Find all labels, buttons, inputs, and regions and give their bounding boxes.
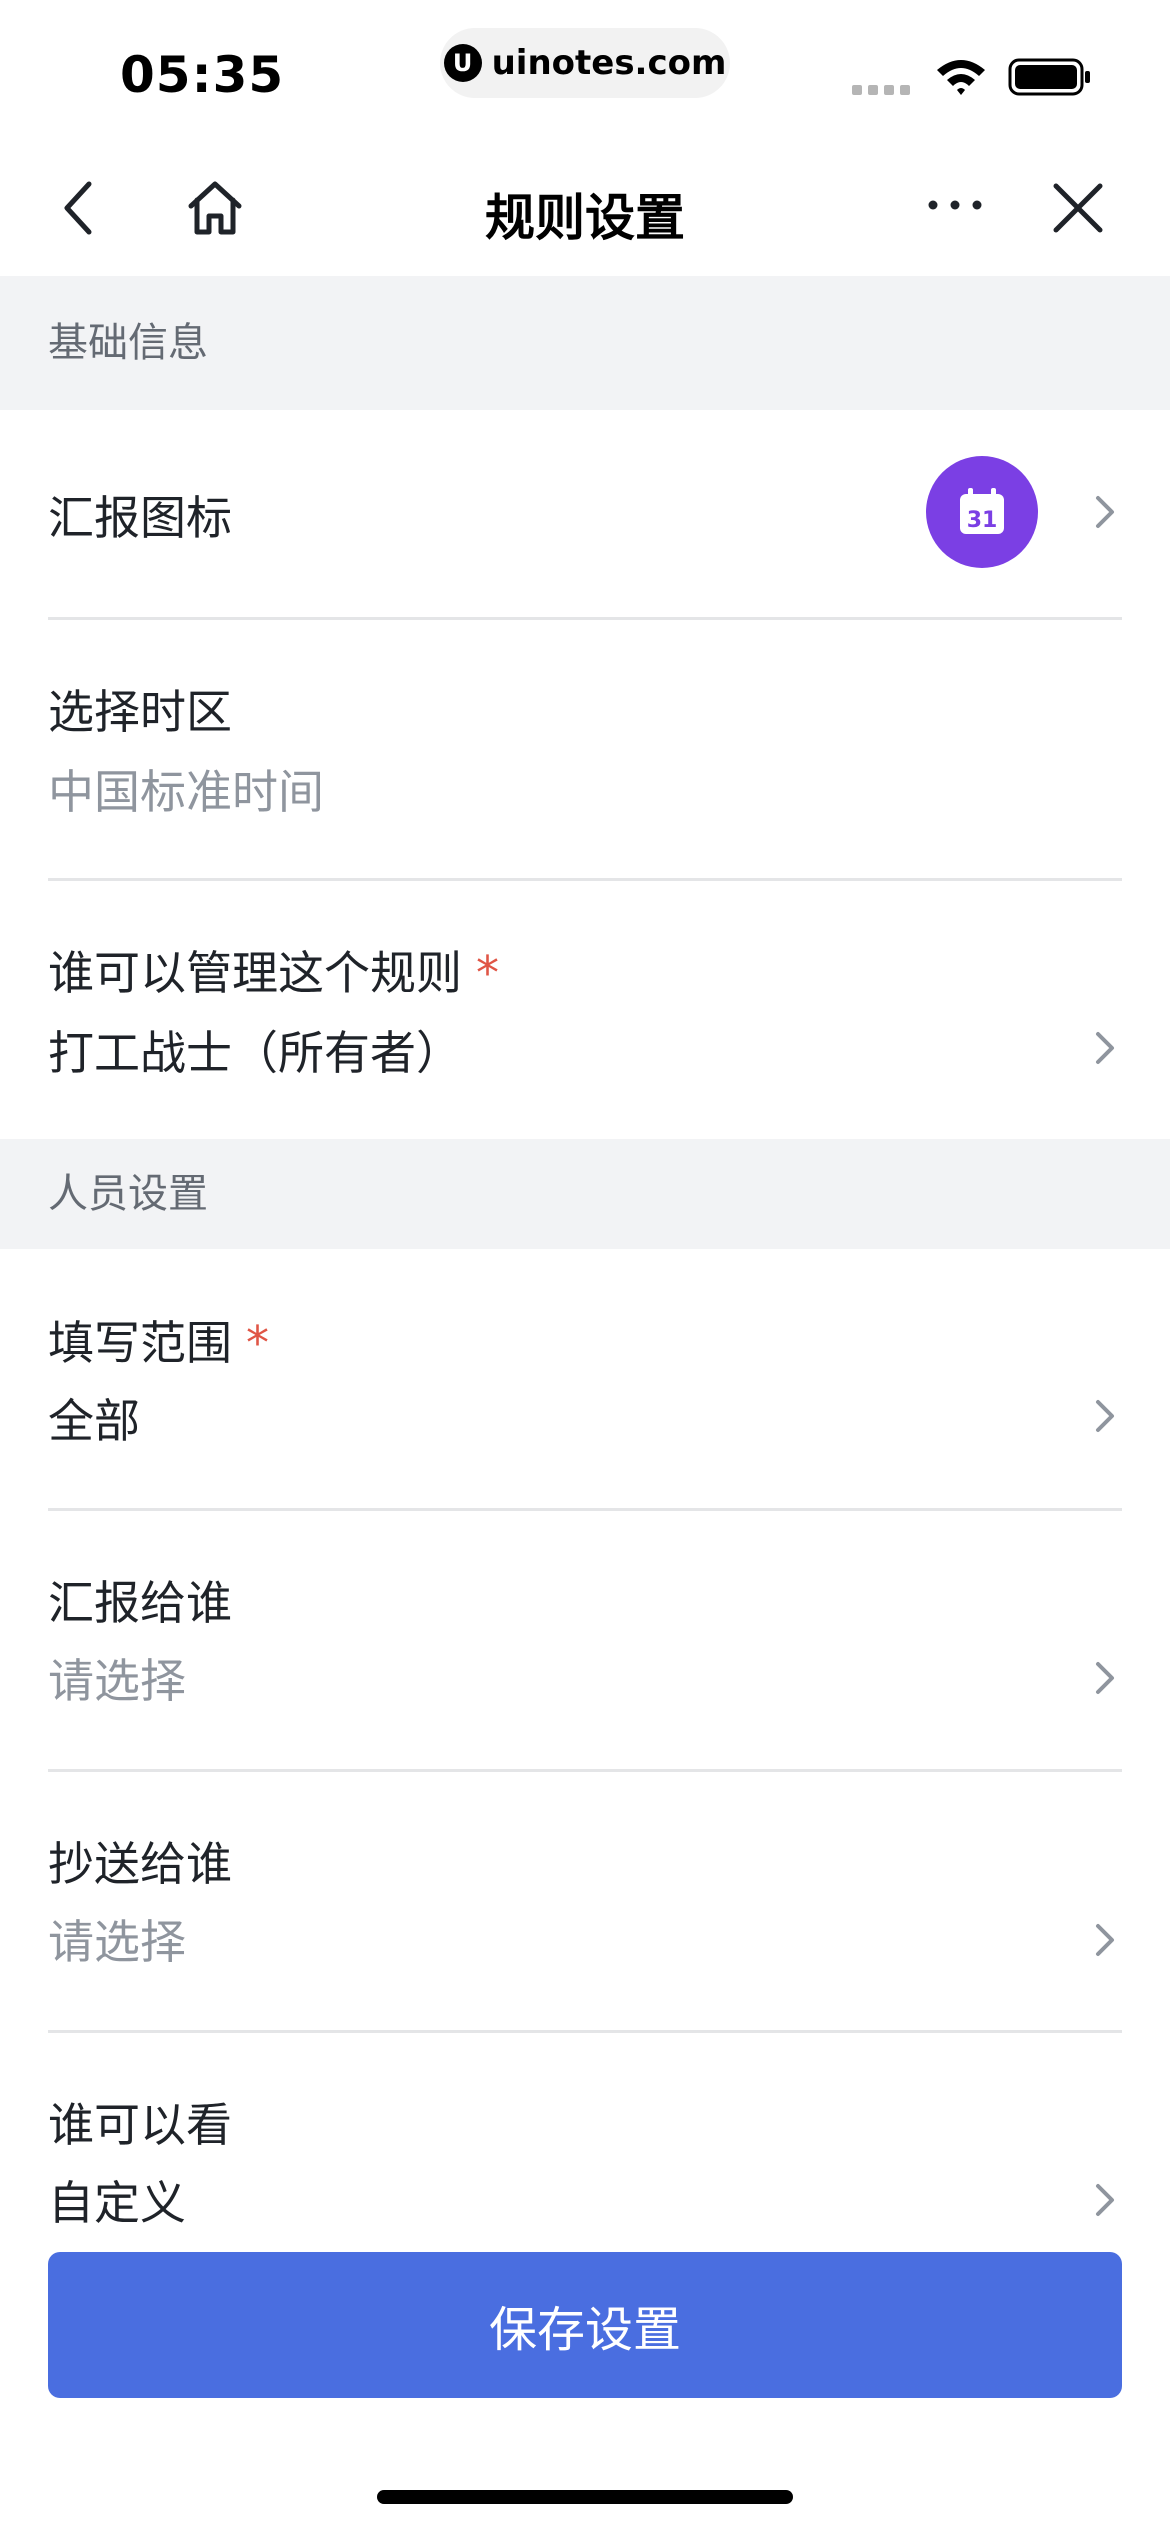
row-value: 全部	[48, 1394, 140, 1448]
chevron-right-icon	[1096, 1032, 1114, 1064]
row-manager[interactable]: 谁可以管理这个规则 * 打工战士（所有者）	[0, 881, 1170, 1139]
section-header-basic: 基础信息	[0, 276, 1170, 410]
battery-icon	[1008, 58, 1090, 96]
chevron-right-icon	[1096, 1924, 1114, 1956]
required-mark: *	[246, 1316, 269, 1370]
row-cc-to[interactable]: 抄送给谁 请选择	[0, 1772, 1170, 2030]
chevron-right-icon	[1096, 1400, 1114, 1432]
url-pill[interactable]: U uinotes.com	[440, 28, 730, 98]
row-value: 请选择	[48, 1915, 186, 1969]
row-scope[interactable]: 填写范围 * 全部	[0, 1249, 1170, 1509]
cellular-signal-icon	[852, 85, 910, 95]
chevron-right-icon	[1096, 496, 1114, 528]
row-label: 谁可以看	[48, 2098, 232, 2152]
home-indicator	[377, 2490, 793, 2504]
row-label-text: 谁可以管理这个规则	[48, 946, 462, 1000]
status-time: 05:35	[120, 46, 285, 104]
row-report-to[interactable]: 汇报给谁 请选择	[0, 1511, 1170, 1769]
chevron-right-icon	[1096, 1662, 1114, 1694]
more-icon[interactable]	[925, 180, 985, 230]
row-label: 汇报给谁	[48, 1576, 232, 1630]
nav-bar: 规则设置	[0, 140, 1170, 276]
report-icon-badge[interactable]: 31	[926, 456, 1038, 568]
url-text: uinotes.com	[491, 43, 727, 83]
row-label: 汇报图标	[48, 491, 232, 545]
row-value: 中国标准时间	[48, 765, 324, 819]
site-logo-icon: U	[443, 44, 482, 82]
row-label: 谁可以管理这个规则 *	[48, 937, 499, 1003]
row-timezone[interactable]: 选择时区 中国标准时间	[0, 620, 1170, 880]
save-settings-button[interactable]: 保存设置	[48, 2252, 1122, 2398]
row-value: 自定义	[48, 2176, 186, 2230]
section-header-people: 人员设置	[0, 1139, 1170, 1249]
close-icon[interactable]	[1050, 180, 1106, 236]
row-value: 打工战士（所有者）	[48, 1026, 462, 1080]
calendar-icon-text: 31	[967, 508, 998, 533]
status-bar: 05:35 U uinotes.com	[0, 0, 1170, 140]
chevron-right-icon	[1096, 2184, 1114, 2216]
row-label-text: 填写范围	[48, 1316, 232, 1370]
page-title: 规则设置	[485, 189, 685, 247]
row-label: 抄送给谁	[48, 1837, 232, 1891]
wifi-icon	[937, 60, 985, 95]
row-label: 选择时区	[48, 685, 232, 739]
rule-settings-page: 05:35 U uinotes.com 规则设置 基础信息 汇报图标 31 选择…	[0, 0, 1170, 2532]
row-label: 填写范围 *	[48, 1307, 269, 1373]
required-mark: *	[476, 946, 499, 1000]
row-visible-to[interactable]: 谁可以看 自定义	[0, 2033, 1170, 2253]
calendar-icon: 31	[960, 488, 1004, 534]
row-value: 请选择	[48, 1654, 186, 1708]
